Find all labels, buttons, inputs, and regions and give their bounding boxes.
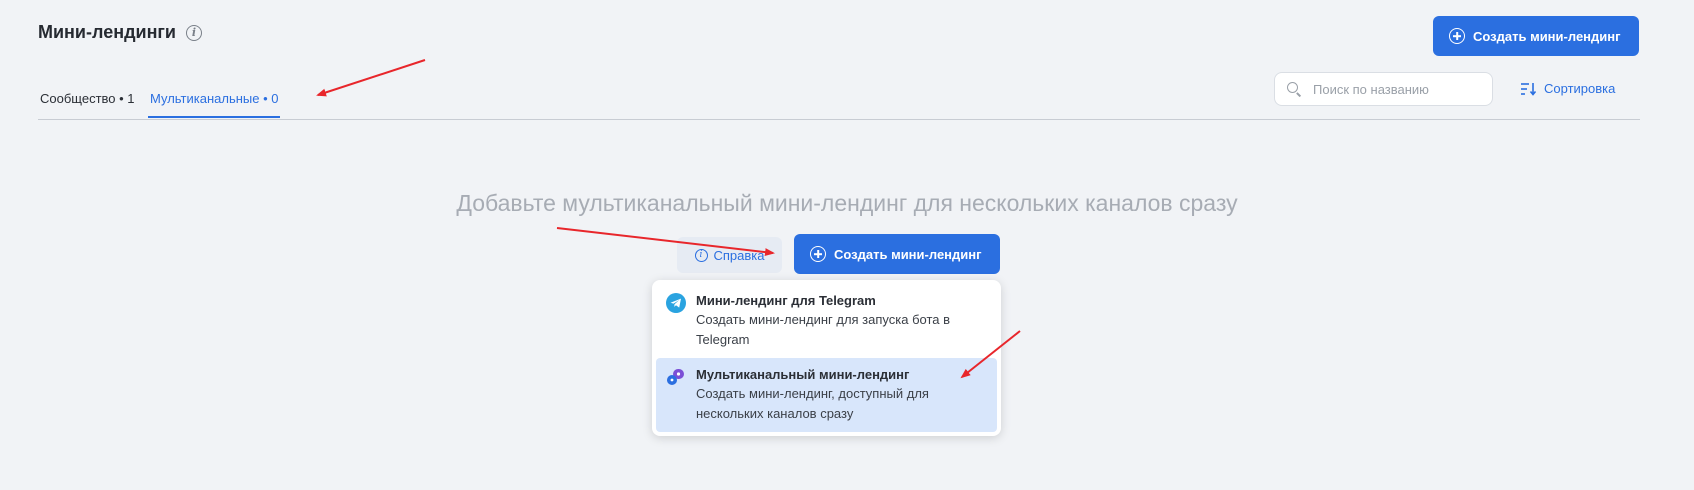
page-title-text: Мини-лендинги <box>38 22 176 42</box>
tab-multichannel[interactable]: Мультиканальные • 0 <box>148 91 281 118</box>
create-mini-landing-center-button[interactable]: Создать мини-лендинг <box>794 234 1000 274</box>
menu-item-title: Мультиканальный мини-лендинг <box>696 367 910 382</box>
multichannel-icon <box>667 369 684 385</box>
menu-item-title: Мини-лендинг для Telegram <box>696 293 876 308</box>
menu-item-description: Создать мини-лендинг для запуска бота в … <box>696 312 951 347</box>
info-icon: i <box>694 248 708 262</box>
menu-item-telegram[interactable]: Мини-лендинг для Telegram Создать мини-л… <box>656 284 997 358</box>
sort-button[interactable]: Сортировка <box>1520 81 1615 96</box>
info-icon[interactable]: i <box>186 24 202 41</box>
sort-icon <box>1521 82 1536 96</box>
plus-circle-icon <box>810 246 826 262</box>
create-mini-landing-button[interactable]: Создать мини-лендинг <box>1433 16 1639 56</box>
create-button-label: Создать мини-лендинг <box>1473 28 1621 44</box>
search-input[interactable] <box>1311 80 1475 98</box>
help-label: Справка <box>713 247 765 263</box>
menu-item-multichannel[interactable]: Мультиканальный мини-лендинг Создать мин… <box>656 358 997 432</box>
menu-item-description: Создать мини-лендинг, доступный для неск… <box>696 386 929 421</box>
plus-circle-icon <box>1449 28 1465 44</box>
search-box[interactable] <box>1274 72 1493 106</box>
create-dropdown-menu: Мини-лендинг для Telegram Создать мини-л… <box>652 280 1001 436</box>
page-title: Мини-лендинги i <box>38 22 202 43</box>
search-icon <box>1287 82 1301 96</box>
tab-community[interactable]: Сообщество • 1 <box>38 91 137 116</box>
telegram-icon <box>666 293 686 313</box>
sort-label: Сортировка <box>1544 81 1616 96</box>
help-button[interactable]: i Справка <box>677 237 782 273</box>
create-center-label: Создать мини-лендинг <box>834 246 982 262</box>
empty-state-text: Добавьте мультиканальный мини-лендинг дл… <box>456 190 1238 216</box>
